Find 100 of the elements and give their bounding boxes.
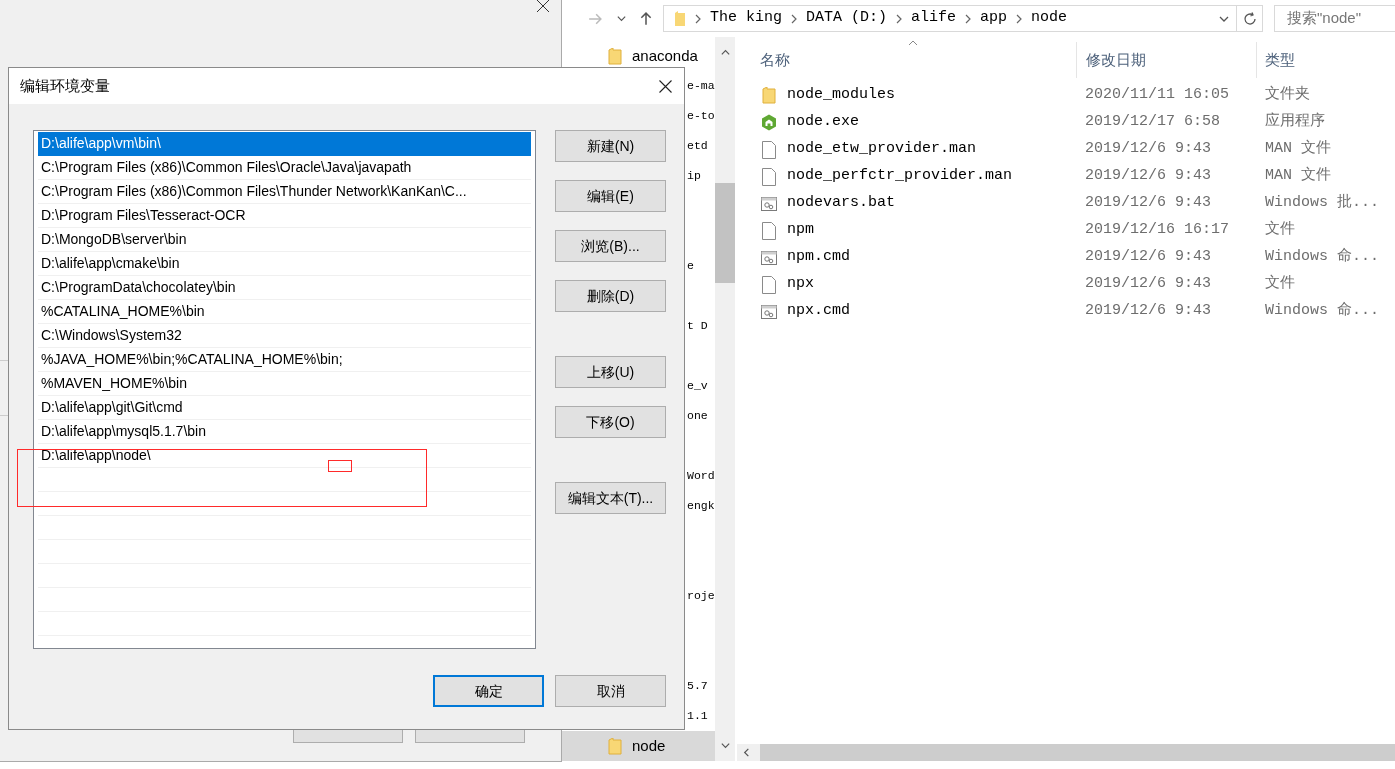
path-item[interactable]: D:\alife\app\vm\bin\ (38, 132, 531, 156)
path-item[interactable]: D:\alife\app\mysql5.1.7\bin (38, 420, 531, 444)
nav-item-label[interactable]: e-ma (687, 77, 715, 95)
modified-date: 2019/12/6 9:43 (1085, 275, 1212, 293)
path-item[interactable]: D:\alife\app\git\Git\cmd (38, 396, 531, 420)
path-item[interactable]: %JAVA_HOME%\bin;%CATALINA_HOME%\bin; (38, 348, 531, 372)
document-icon (762, 275, 776, 294)
refresh-icon (1242, 11, 1257, 26)
document-icon (762, 167, 776, 186)
breadcrumb[interactable]: node (1031, 7, 1068, 30)
vertical-scrollbar[interactable] (715, 37, 735, 761)
dialog-button[interactable]: 确定 (433, 675, 544, 707)
nav-item-label[interactable]: 1.1 (687, 707, 708, 725)
dialog-button[interactable]: 取消 (555, 675, 666, 707)
gear-window-icon (761, 304, 777, 319)
nav-item-label[interactable]: engk (687, 497, 715, 515)
dialog-button[interactable]: 编辑(E) (555, 180, 666, 212)
file-name[interactable]: node_etw_provider.man (787, 138, 977, 161)
path-list[interactable] (33, 130, 536, 649)
folder-icon (674, 10, 686, 27)
path-item[interactable]: D:\MongoDB\server\bin (38, 228, 531, 252)
breadcrumb[interactable]: DATA (D:) (806, 7, 888, 30)
nav-item[interactable]: node (562, 731, 715, 761)
refresh-button[interactable] (1237, 5, 1263, 32)
chevron-right-icon[interactable] (895, 13, 904, 24)
path-item[interactable]: C:\Program Files (x86)\Common Files\Oracle\Java\javapath (38, 156, 531, 180)
column-header[interactable]: 名称 (760, 48, 790, 72)
nav-item-label[interactable]: t D (687, 317, 708, 335)
file-name[interactable]: npm (787, 219, 814, 242)
breadcrumb[interactable]: The king (710, 7, 782, 30)
file-type: 文件 (1265, 275, 1295, 293)
file-name[interactable]: node.exe (787, 111, 859, 134)
nav-item-label[interactable]: e_v (687, 377, 708, 395)
path-item[interactable]: %CATALINA_HOME%\bin (38, 300, 531, 324)
path-item[interactable]: %MAVEN_HOME%\bin (38, 372, 531, 396)
close-icon[interactable] (537, 0, 549, 12)
nav-item-label[interactable]: 5.7 (687, 677, 708, 695)
search-field[interactable]: 搜索"node" (1274, 5, 1395, 32)
dropdown-chevron-icon[interactable] (616, 13, 627, 24)
file-type: Windows 命... (1265, 302, 1380, 320)
nav-item-label[interactable]: Word (687, 467, 715, 485)
dialog-button[interactable]: 编辑文本(T)... (555, 482, 666, 514)
dialog-button[interactable]: 上移(U) (555, 356, 666, 388)
scrollbar-thumb[interactable] (715, 183, 735, 283)
scroll-up-icon[interactable] (719, 47, 731, 58)
chevron-right-icon[interactable] (964, 13, 973, 24)
path-item[interactable]: D:\alife\app\cmake\bin (38, 252, 531, 276)
modified-date: 2019/12/6 9:43 (1085, 167, 1212, 185)
dialog-button[interactable]: 下移(O) (555, 406, 666, 438)
nav-item-label[interactable]: e (687, 257, 694, 275)
nav-item-label[interactable]: ip (687, 167, 701, 185)
sort-caret-icon[interactable] (908, 40, 918, 46)
gear-window-icon (761, 196, 777, 211)
nav-item[interactable]: anaconda (562, 41, 715, 71)
folder-icon (762, 87, 776, 104)
nav-item-label[interactable]: roje (687, 587, 715, 605)
file-type: MAN 文件 (1265, 167, 1331, 185)
breadcrumb[interactable]: app (980, 7, 1008, 30)
file-type: 文件夹 (1265, 86, 1310, 104)
file-type: Windows 批... (1265, 194, 1380, 212)
file-name[interactable]: node_perfctr_provider.man (787, 165, 1013, 188)
file-type: 文件 (1265, 221, 1295, 239)
breadcrumb[interactable]: alife (911, 7, 957, 30)
close-icon[interactable] (659, 79, 672, 93)
address-bar[interactable]: The king DATA (D:) alife app node (663, 5, 1237, 32)
file-type: MAN 文件 (1265, 140, 1331, 158)
path-item[interactable]: D:\alife\app\node\ (38, 444, 531, 468)
chevron-right-icon[interactable] (694, 13, 702, 24)
path-item[interactable]: C:\Windows\System32 (38, 324, 531, 348)
path-item[interactable]: D:\Program Files\Tesseract-OCR (38, 204, 531, 228)
modified-date: 2020/11/11 16:05 (1085, 86, 1230, 104)
modified-date: 2019/12/6 9:43 (1085, 302, 1212, 320)
file-name[interactable]: nodevars.bat (787, 192, 896, 215)
gear-window-icon (761, 250, 777, 265)
path-item[interactable]: C:\Program Files (x86)\Common Files\Thunder Network\KanKan\C... (38, 180, 531, 204)
scroll-down-icon[interactable] (719, 740, 731, 751)
scroll-left-icon[interactable] (741, 747, 752, 758)
file-name[interactable]: npx (787, 273, 814, 296)
file-name[interactable]: npm.cmd (787, 246, 850, 269)
up-arrow-icon[interactable] (639, 11, 653, 26)
folder-icon (608, 47, 622, 65)
folder-icon (608, 737, 622, 755)
chevron-right-icon[interactable] (790, 13, 798, 24)
chevron-right-icon[interactable] (1015, 13, 1024, 24)
column-header[interactable]: 修改日期 (1086, 48, 1146, 72)
nav-item-label[interactable]: e-to (687, 107, 715, 125)
modified-date: 2019/12/17 6:58 (1085, 113, 1221, 131)
nav-item-label[interactable]: etd (687, 137, 708, 155)
document-icon (762, 140, 776, 159)
modified-date: 2019/12/6 9:43 (1085, 140, 1212, 158)
dialog-button[interactable]: 删除(D) (555, 280, 666, 312)
nav-item-label[interactable]: one (687, 407, 708, 425)
file-name[interactable]: npx.cmd (787, 300, 850, 323)
modified-date: 2019/12/6 9:43 (1085, 248, 1212, 266)
file-name[interactable]: node_modules (787, 84, 896, 107)
column-header[interactable]: 类型 (1265, 48, 1295, 72)
dialog-button[interactable]: 浏览(B)... (555, 230, 666, 262)
path-item[interactable]: C:\ProgramData\chocolatey\bin (38, 276, 531, 300)
dialog-button[interactable]: 新建(N) (555, 130, 666, 162)
file-type: 应用程序 (1265, 113, 1325, 131)
